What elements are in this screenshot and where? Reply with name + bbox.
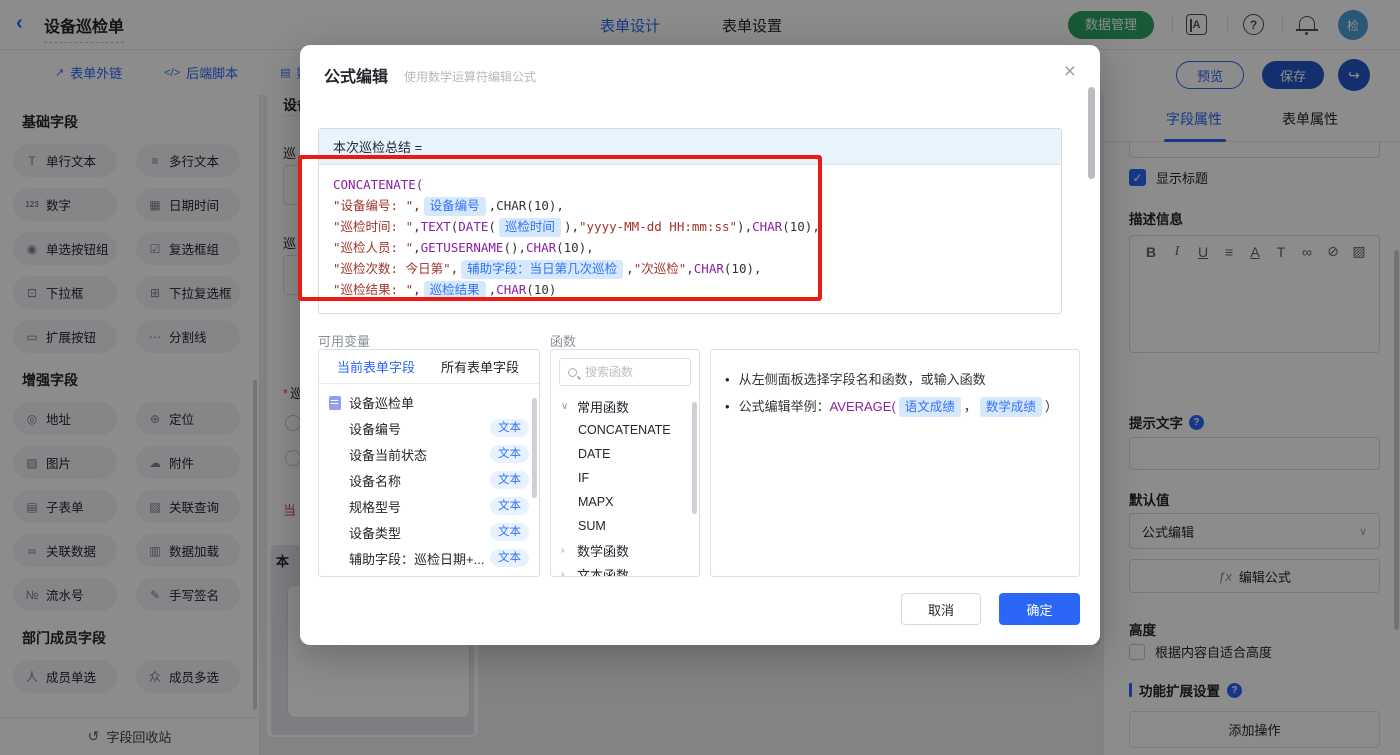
variable-name: 辅助字段：巡检日期+... [349, 549, 484, 568]
function-group[interactable]: › 数学函数 [551, 538, 699, 562]
variable-row[interactable]: 设备名称 文本 [319, 467, 539, 493]
tip-text: 公式编辑举例：AVERAGE(语文成绩，数学成绩） [739, 393, 1058, 420]
variable-type-badge: 文本 [490, 419, 529, 437]
variables-form-group[interactable]: 设备巡检单 [319, 384, 539, 415]
chevron-down-icon: ∨ [561, 401, 570, 412]
chevron-right-icon: › [561, 545, 570, 556]
variable-row[interactable]: 设备当前状态 文本 [319, 441, 539, 467]
functions-list: ∨ 常用函数 CONCATENATEDATEIFMAPXSUM › 数学函数 › 文本函数 [551, 394, 699, 577]
variable-row[interactable]: 辅助字段：巡检日期+... 文本 [319, 545, 539, 571]
variables-label: 可用变量 [318, 331, 370, 350]
variable-name: 设备编号 [349, 419, 401, 438]
tips-list: • 从左侧面板选择字段名和函数，或输入函数 • 公式编辑举例：AVERAGE(语文成绩… [725, 366, 1065, 420]
variable-name: 设备当前状态 [349, 445, 427, 464]
app-window: ‹ 设备巡检单 表单设计表单设置 数据管理 A ? 检 ↗表单外链</>后端脚本… [0, 0, 1400, 755]
bullet-icon: • [725, 366, 730, 393]
functions-label: 函数 [550, 331, 576, 350]
code-segment: ， [964, 399, 977, 414]
tip-item: • 公式编辑举例：AVERAGE(语文成绩，数学成绩） [725, 393, 1065, 420]
formula-tips-panel: • 从左侧面板选择字段名和函数，或输入函数 • 公式编辑举例：AVERAGE(语文成绩… [710, 349, 1080, 577]
variable-row[interactable]: 规格型号 文本 [319, 493, 539, 519]
confirm-button[interactable]: 确定 [999, 593, 1080, 625]
function-item[interactable]: CONCATENATE [551, 418, 699, 442]
code-segment: 公式编辑举例： [739, 399, 830, 414]
variable-name: 设备类型 [349, 523, 401, 542]
formula-edit-modal: 公式编辑 使用数学运算符编辑公式 × 本次巡检总结 = CONCATENATE(… [300, 45, 1100, 645]
function-group-name: 文本函数 [577, 565, 629, 578]
field-chip[interactable]: 语文成绩 [899, 397, 961, 417]
function-group-name: 常用函数 [577, 397, 629, 416]
tab-current-form-fields[interactable]: 当前表单字段 [337, 357, 415, 376]
function-item[interactable]: SUM [551, 514, 699, 538]
function-group-name: 数学函数 [577, 541, 629, 560]
variable-row[interactable]: 设备编号 文本 [319, 415, 539, 441]
variables-scrollbar-thumb[interactable] [532, 398, 537, 498]
functions-scrollbar-thumb[interactable] [692, 402, 697, 514]
function-item[interactable]: IF [551, 466, 699, 490]
variables-form-name: 设备巡检单 [349, 393, 414, 412]
variable-name: 设备名称 [349, 471, 401, 490]
function-item[interactable]: DATE [551, 442, 699, 466]
tab-all-form-fields[interactable]: 所有表单字段 [441, 357, 519, 376]
function-group[interactable]: › 文本函数 [551, 562, 699, 577]
variable-type-badge: 文本 [490, 549, 529, 567]
function-search-box [559, 358, 691, 386]
close-icon[interactable]: × [1064, 61, 1076, 82]
variables-tabs: 当前表单字段 所有表单字段 [319, 350, 539, 384]
form-document-icon [329, 396, 341, 410]
cancel-button[interactable]: 取消 [901, 593, 981, 625]
variables-list: 设备编号文本设备当前状态文本设备名称文本规格型号文本设备类型文本辅助字段：巡检日… [319, 415, 539, 571]
modal-subtitle: 使用数学运算符编辑公式 [404, 68, 536, 85]
code-segment: ） [1045, 399, 1058, 414]
function-search-input[interactable] [583, 364, 683, 380]
variable-row[interactable]: 设备类型 文本 [319, 519, 539, 545]
function-item[interactable]: MAPX [551, 490, 699, 514]
functions-panel: ∨ 常用函数 CONCATENATEDATEIFMAPXSUM › 数学函数 › 文本函数 [550, 349, 700, 577]
tip-item: • 从左侧面板选择字段名和函数，或输入函数 [725, 366, 1065, 393]
variables-panel: 当前表单字段 所有表单字段 设备巡检单 设备编号文本设备当前状态文本设备名称文本… [318, 349, 540, 577]
variable-type-badge: 文本 [490, 523, 529, 541]
modal-title: 公式编辑 [324, 63, 388, 87]
variable-type-badge: 文本 [490, 445, 529, 463]
editor-scrollbar-thumb[interactable] [1088, 87, 1095, 179]
search-icon [568, 368, 577, 377]
field-chip[interactable]: 数学成绩 [980, 397, 1042, 417]
bullet-icon: • [725, 393, 730, 420]
code-segment: 从左侧面板选择字段名和函数，或输入函数 [739, 372, 986, 387]
red-highlight-annotation [298, 155, 822, 301]
tip-text: 从左侧面板选择字段名和函数，或输入函数 [739, 366, 986, 393]
variable-type-badge: 文本 [490, 471, 529, 489]
variable-name: 规格型号 [349, 497, 401, 516]
function-group[interactable]: ∨ 常用函数 [551, 394, 699, 418]
variable-type-badge: 文本 [490, 497, 529, 515]
code-segment: AVERAGE( [830, 399, 896, 414]
chevron-right-icon: › [561, 569, 570, 578]
